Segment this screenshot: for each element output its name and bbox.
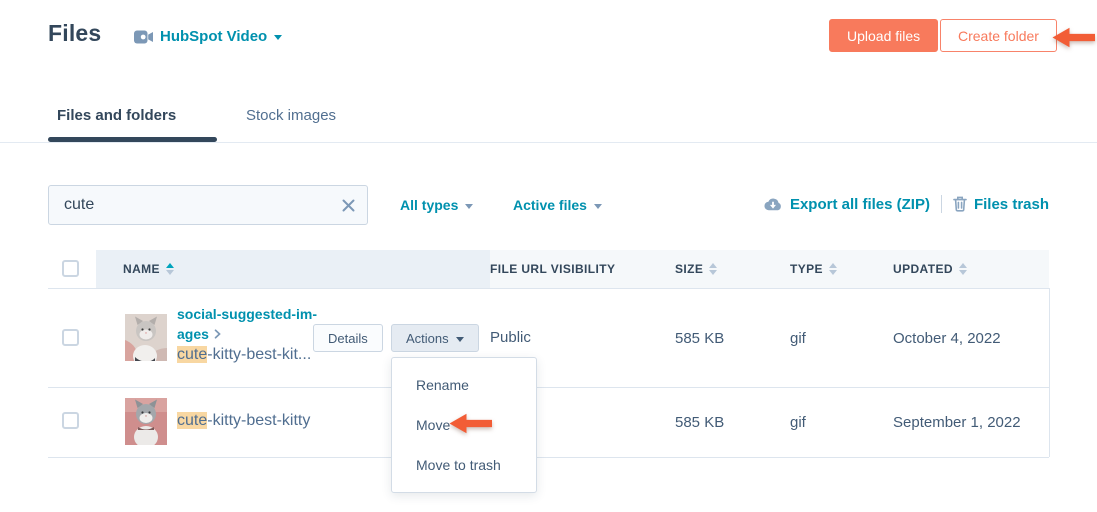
chevron-down-icon [465, 203, 474, 209]
table-row-2-checkbox-wrap [62, 412, 79, 429]
page-title: Files [48, 20, 102, 46]
chevron-down-icon [274, 35, 283, 40]
files-trash-link[interactable]: Files trash [953, 196, 1049, 213]
upload-files-button[interactable]: Upload files [829, 19, 939, 52]
filter-all-types[interactable]: All types [400, 197, 474, 213]
actions-button-label: Actions [406, 330, 449, 346]
menu-item-move-to-trash[interactable]: Move to trash [392, 445, 536, 485]
file-search-box [48, 185, 368, 225]
row-checkbox[interactable] [62, 412, 79, 429]
column-header-visibility-label: FILE URL VISIBILITY [490, 262, 616, 276]
row-checkbox[interactable] [62, 329, 79, 346]
folder-name-line2: ages [177, 326, 209, 342]
details-button[interactable]: Details [313, 324, 383, 352]
tab-files-and-folders[interactable]: Files and folders [57, 107, 176, 124]
table-divider [48, 457, 1049, 458]
file-name[interactable]: cute-kitty-best-kitty [177, 412, 310, 430]
file-name-rest: -kitty-best-kit... [207, 346, 312, 363]
chevron-right-icon [214, 329, 221, 339]
column-header-name[interactable]: NAME [123, 262, 174, 276]
chevron-down-icon [593, 203, 602, 209]
table-right-border [1049, 288, 1050, 457]
cloud-download-icon [763, 197, 783, 212]
trash-icon [953, 196, 967, 212]
filter-all-types-label: All types [400, 197, 459, 213]
table-divider [48, 288, 1049, 289]
type-cell: gif [790, 330, 806, 347]
file-thumbnail-cute-kitty-2[interactable] [125, 398, 167, 445]
column-header-name-label: NAME [123, 262, 160, 276]
arrow-left-icon [449, 413, 492, 434]
filter-active-files-label: Active files [513, 197, 587, 213]
sort-arrows-icon [709, 263, 718, 275]
chevron-down-icon [455, 336, 464, 342]
file-name-rest: -kitty-best-kitty [207, 412, 311, 429]
files-trash-label: Files trash [973, 195, 1049, 213]
updated-cell: September 1, 2022 [893, 414, 1021, 431]
create-folder-button[interactable]: Create folder [940, 19, 1057, 52]
video-camera-icon [134, 30, 153, 44]
folder-name-line1: social-suggested-im- [177, 306, 318, 322]
toolbar-links: Export all files (ZIP) Files trash [763, 195, 1049, 213]
video-selector-label: HubSpot Video [160, 28, 268, 45]
table-divider [48, 387, 1049, 388]
updated-cell: October 4, 2022 [893, 330, 1001, 347]
column-header-visibility: FILE URL VISIBILITY [490, 262, 615, 276]
file-thumbnail-cute-kitty-1[interactable] [125, 314, 167, 361]
sort-arrows-icon [165, 263, 174, 275]
column-header-updated-label: UPDATED [893, 262, 953, 276]
column-header-size-label: SIZE [675, 262, 704, 276]
menu-item-rename[interactable]: Rename [392, 365, 536, 405]
export-all-files-link[interactable]: Export all files (ZIP) [763, 196, 930, 213]
column-header-updated[interactable]: UPDATED [893, 262, 967, 276]
tabs-divider [0, 142, 1097, 143]
export-all-files-label: Export all files (ZIP) [789, 195, 930, 213]
visibility-cell: Public [490, 329, 531, 346]
table-row-1-checkbox-wrap [62, 329, 79, 346]
search-input[interactable] [49, 186, 367, 224]
sort-arrows-icon [958, 263, 967, 275]
search-match-highlight: cute [177, 412, 208, 429]
hubspot-video-selector[interactable]: HubSpot Video [134, 28, 283, 45]
arrow-left-icon [1052, 27, 1095, 48]
close-icon[interactable] [341, 198, 356, 213]
actions-button[interactable]: Actions [391, 324, 479, 352]
column-header-type[interactable]: TYPE [790, 262, 837, 276]
file-name[interactable]: cute-kitty-best-kit... [177, 346, 311, 364]
folder-breadcrumb-link[interactable]: social-suggested-im- ages [177, 304, 317, 344]
column-header-size[interactable]: SIZE [675, 262, 718, 276]
filter-active-files[interactable]: Active files [513, 197, 602, 213]
type-cell: gif [790, 414, 806, 431]
search-match-highlight: cute [177, 346, 208, 363]
tab-stock-images[interactable]: Stock images [246, 107, 336, 124]
links-divider [940, 195, 942, 213]
size-cell: 585 KB [675, 414, 725, 431]
sort-arrows-icon [828, 263, 837, 275]
select-all-checkbox[interactable] [62, 260, 79, 277]
column-header-type-label: TYPE [790, 262, 823, 276]
size-cell: 585 KB [675, 330, 725, 347]
